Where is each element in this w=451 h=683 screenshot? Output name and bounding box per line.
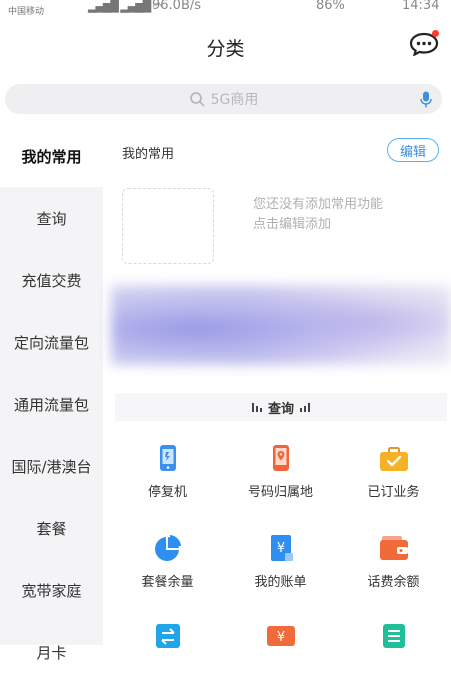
query-section-title: 查询 xyxy=(267,401,294,417)
location-phone-icon xyxy=(272,445,289,471)
empty-hint: 您还没有添加常用功能 点击编辑添加 xyxy=(253,195,428,235)
grid-item-label: 已订业务 xyxy=(367,485,420,500)
sidebar-item-broadband[interactable]: 宽带家庭 xyxy=(0,559,103,621)
sidebar-item-plans[interactable]: 套餐 xyxy=(0,497,103,559)
phone-icon xyxy=(159,445,176,471)
yuan-ticket-icon: ¥ xyxy=(266,626,295,646)
empty-hint-line: 点击编辑添加 xyxy=(253,217,332,232)
grid-item-list[interactable] xyxy=(337,621,450,659)
sidebar-item-my-frequent[interactable]: 我的常用 xyxy=(0,125,103,187)
sidebar-item-label: 充值交费 xyxy=(21,271,82,290)
sidebar-item-query[interactable]: 查询 xyxy=(0,187,103,249)
sidebar-item-label: 查询 xyxy=(36,209,67,228)
grid-item-plan-balance[interactable]: 套餐余量 xyxy=(111,533,224,590)
battery-percent: 86% xyxy=(316,0,345,13)
sidebar-item-directed-data[interactable]: 定向流量包 xyxy=(0,311,103,373)
grid-item-label: 话费余额 xyxy=(367,575,420,590)
signal-icon: ▂▄▆█ ▂▄▆█ ◠ xyxy=(88,0,162,13)
yuan-bill-icon: ¥ xyxy=(270,535,293,561)
grid-item-transfer[interactable] xyxy=(111,621,224,659)
sidebar-item-label: 国际/港澳台 xyxy=(11,457,92,476)
empty-placeholder-box[interactable] xyxy=(122,188,214,264)
category-sidebar: 我的常用 查询 充值交费 定向流量包 通用流量包 国际/港澳台 套餐 宽带家庭 … xyxy=(0,125,103,662)
clock: 14:34 xyxy=(402,0,440,13)
grid-item-label: 号码归属地 xyxy=(247,485,313,500)
grid-item-phone-balance[interactable]: 话费余额 xyxy=(337,533,450,590)
transfer-icon xyxy=(155,624,180,648)
sidebar-item-label: 宽带家庭 xyxy=(21,581,82,600)
search-bar[interactable]: 5G商用 xyxy=(5,84,442,114)
grid-item-ticket[interactable]: ¥ xyxy=(224,621,337,659)
wallet-icon xyxy=(379,536,408,560)
bars-right-icon xyxy=(300,402,310,412)
grid-item-label: 套餐余量 xyxy=(141,575,194,590)
network-speed: 96.0B/s xyxy=(152,0,202,13)
message-button[interactable] xyxy=(409,30,439,57)
briefcase-check-icon xyxy=(379,447,408,471)
edit-button[interactable]: 编辑 xyxy=(387,138,439,162)
sidebar-item-general-data[interactable]: 通用流量包 xyxy=(0,373,103,435)
bars-left-icon xyxy=(251,402,262,412)
grid-item-label: 停复机 xyxy=(147,485,187,500)
promo-banner[interactable] xyxy=(111,285,451,365)
notification-dot xyxy=(432,30,439,37)
sidebar-item-recharge[interactable]: 充值交费 xyxy=(0,249,103,311)
microphone-icon[interactable] xyxy=(420,91,432,108)
grid-item-subscribed[interactable]: 已订业务 xyxy=(337,443,450,500)
query-section-header: 查询 xyxy=(115,393,447,421)
sidebar-item-monthly-card[interactable]: 月卡 xyxy=(0,621,103,683)
main-content: 我的常用 编辑 您还没有添加常用功能 点击编辑添加 查询 停复机 号码归属地 已… xyxy=(103,125,451,648)
sidebar-item-label: 套餐 xyxy=(36,519,67,538)
grid-item-label: 我的账单 xyxy=(254,575,307,590)
section-title: 我的常用 xyxy=(122,147,175,162)
sidebar-item-label: 我的常用 xyxy=(21,147,82,166)
search-placeholder: 5G商用 xyxy=(210,92,259,108)
sidebar-item-international[interactable]: 国际/港澳台 xyxy=(0,435,103,497)
carrier-label: 中国移动 xyxy=(8,7,45,17)
page-title: 分类 xyxy=(206,38,245,60)
grid-item-number-location[interactable]: 号码归属地 xyxy=(224,443,337,500)
list-icon xyxy=(382,624,405,648)
svg-text:¥: ¥ xyxy=(276,541,284,556)
status-bar: 中国移动 ▂▄▆█ ▂▄▆█ ◠ 96.0B/s 86% 14:34 xyxy=(0,0,451,20)
sidebar-item-label: 定向流量包 xyxy=(13,333,89,352)
empty-hint-line: 您还没有添加常用功能 xyxy=(253,197,384,212)
search-icon xyxy=(189,92,205,107)
grid-item-suspend[interactable]: 停复机 xyxy=(111,443,224,500)
pie-chart-icon xyxy=(154,535,181,561)
svg-text:¥: ¥ xyxy=(276,630,284,645)
sidebar-item-label: 通用流量包 xyxy=(13,395,89,414)
grid-item-my-bill[interactable]: ¥ 我的账单 xyxy=(224,533,337,590)
title-bar: 分类 xyxy=(0,22,451,70)
